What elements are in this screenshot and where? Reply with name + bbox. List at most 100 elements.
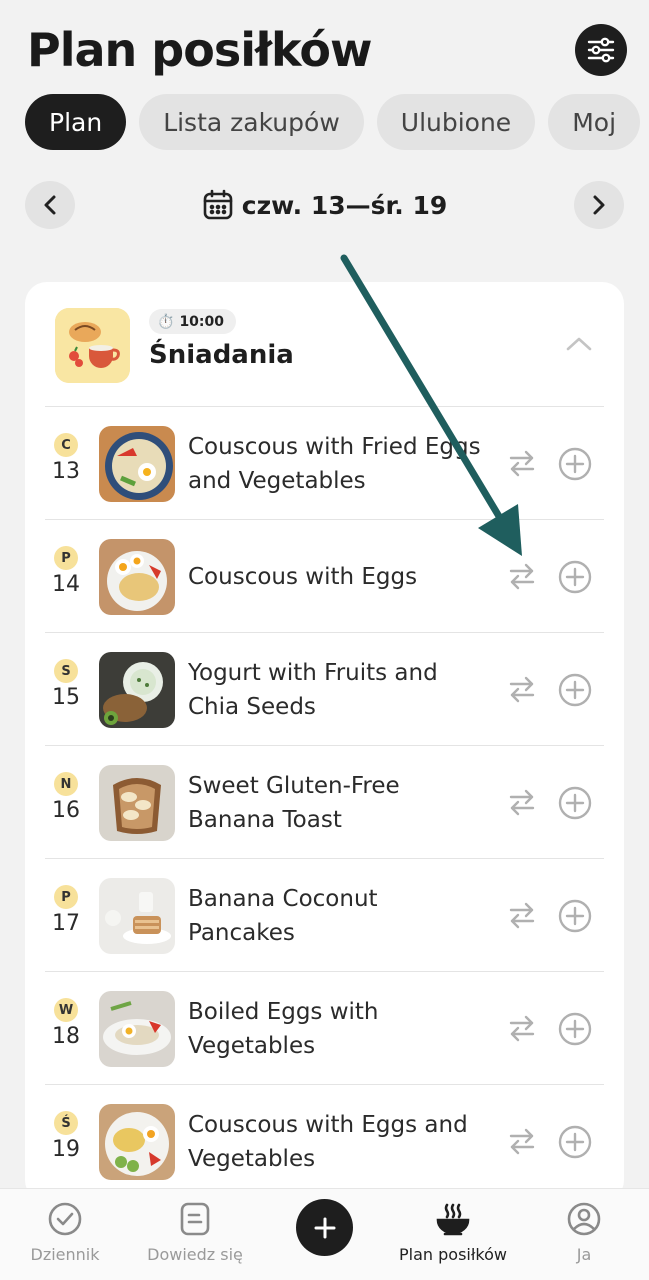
add-button[interactable] — [558, 673, 592, 707]
tab-my[interactable]: Moj — [548, 94, 641, 150]
calendar-icon — [203, 189, 233, 220]
page-title: Plan posiłków — [27, 23, 373, 77]
plus-circle-icon — [558, 673, 592, 707]
food-name: Yogurt with Fruits and Chia Seeds — [188, 659, 438, 720]
food-name: Boiled Eggs with Vegetables — [188, 998, 379, 1059]
date-range-label: czw. 13—śr. 19 — [241, 190, 448, 220]
swap-arrows-icon — [509, 676, 535, 703]
plus-circle-icon — [558, 1125, 592, 1159]
plus-circle-icon — [558, 786, 592, 820]
meal-header[interactable]: ⏱️ 10:00 Śniadania — [25, 282, 624, 406]
bottom-navigation: Dziennik Dowiedz się Plan posiłków Ja — [0, 1188, 649, 1280]
date-range[interactable]: czw. 13—śr. 19 — [25, 181, 624, 229]
day-letter: Ś — [54, 1111, 78, 1135]
day-indicator: Ś 19 — [49, 1111, 83, 1162]
tab-bar: Plan Lista zakupów Ulubione Moj — [25, 94, 641, 150]
tab-shopping-list[interactable]: Lista zakupów — [139, 94, 364, 150]
nav-meal-plan[interactable]: Plan posiłków — [393, 1201, 513, 1264]
nav-learn-label: Dowiedz się — [147, 1245, 243, 1264]
day-letter: W — [54, 998, 78, 1022]
day-number: 15 — [52, 685, 80, 710]
nav-diary-label: Dziennik — [30, 1245, 100, 1264]
meal-row[interactable]: C 13 Couscous with Fried Eggs and Vegeta… — [45, 406, 604, 519]
day-indicator: C 13 — [49, 433, 83, 484]
nav-profile-label: Ja — [576, 1245, 592, 1264]
plus-circle-icon — [558, 1012, 592, 1046]
meal-row[interactable]: N 16 Sweet Gluten-Free Banana Toast — [45, 745, 604, 858]
day-number: 19 — [52, 1137, 80, 1162]
swap-button[interactable] — [507, 899, 537, 931]
food-image — [99, 991, 175, 1067]
food-name: Banana Coconut Pancakes — [188, 885, 378, 946]
meal-row[interactable]: S 15 Yogurt with Fruits and Chia Seeds — [45, 632, 604, 745]
food-name: Couscous with Eggs — [188, 563, 418, 590]
swap-button[interactable] — [507, 560, 537, 592]
meal-row[interactable]: Ś 19 Couscous with Eggs and Vegetables — [45, 1084, 604, 1197]
nav-diary[interactable]: Dziennik — [5, 1201, 125, 1264]
nav-learn[interactable]: Dowiedz się — [135, 1201, 255, 1264]
day-number: 18 — [52, 1024, 80, 1049]
plus-circle-icon — [558, 899, 592, 933]
add-button[interactable] — [558, 447, 592, 481]
stopwatch-icon: ⏱️ — [157, 313, 175, 330]
add-button[interactable] — [558, 1125, 592, 1159]
swap-button[interactable] — [507, 447, 537, 479]
day-indicator: W 18 — [49, 998, 83, 1049]
breakfast-illustration — [55, 308, 130, 383]
add-button[interactable] — [558, 786, 592, 820]
day-letter: P — [54, 885, 78, 909]
meal-title: Śniadania — [149, 340, 294, 370]
chevron-right-icon — [593, 195, 605, 215]
swap-arrows-icon — [509, 1128, 535, 1155]
day-letter: C — [54, 433, 78, 457]
swap-button[interactable] — [507, 1012, 537, 1044]
day-number: 16 — [52, 798, 80, 823]
meal-row[interactable]: W 18 Boiled Eggs with Vegetables — [45, 971, 604, 1084]
header: Plan posiłków — [27, 22, 627, 78]
swap-button[interactable] — [507, 1125, 537, 1157]
plus-circle-icon — [558, 560, 592, 594]
nav-profile[interactable]: Ja — [524, 1201, 644, 1264]
day-indicator: P 14 — [49, 546, 83, 597]
day-letter: P — [54, 546, 78, 570]
add-button[interactable] — [558, 560, 592, 594]
sliders-icon — [587, 37, 615, 63]
swap-button[interactable] — [507, 786, 537, 818]
swap-arrows-icon — [509, 450, 535, 477]
steaming-bowl-icon — [436, 1203, 470, 1236]
day-indicator: P 17 — [49, 885, 83, 936]
add-fab-button[interactable] — [296, 1199, 353, 1256]
food-image — [99, 652, 175, 728]
food-image — [99, 539, 175, 615]
day-number: 14 — [52, 572, 80, 597]
food-name: Couscous with Eggs and Vegetables — [188, 1111, 468, 1172]
swap-arrows-icon — [509, 789, 535, 816]
next-week-button[interactable] — [574, 181, 624, 229]
day-indicator: S 15 — [49, 659, 83, 710]
add-button[interactable] — [558, 899, 592, 933]
profile-icon — [567, 1202, 601, 1236]
swap-arrows-icon — [509, 902, 535, 929]
food-name: Sweet Gluten-Free Banana Toast — [188, 772, 400, 833]
meal-row[interactable]: P 17 Banana Coconut Pancakes — [45, 858, 604, 971]
food-image — [99, 878, 175, 954]
swap-button[interactable] — [507, 673, 537, 705]
food-image — [99, 426, 175, 502]
day-number: 17 — [52, 911, 80, 936]
add-button[interactable] — [558, 1012, 592, 1046]
swap-arrows-icon — [509, 1015, 535, 1042]
meal-row[interactable]: P 14 Couscous with Eggs — [45, 519, 604, 632]
tab-favorites[interactable]: Ulubione — [376, 94, 536, 150]
plus-icon — [314, 1217, 335, 1238]
plus-circle-icon — [558, 447, 592, 481]
collapse-button[interactable] — [564, 332, 594, 356]
meal-time: 10:00 — [179, 313, 225, 330]
check-circle-icon — [48, 1202, 82, 1236]
tab-plan[interactable]: Plan — [25, 94, 127, 150]
food-name: Couscous with Fried Eggs and Vegetables — [188, 433, 481, 494]
filter-button[interactable] — [575, 24, 627, 76]
date-navigation: czw. 13—śr. 19 — [25, 181, 624, 229]
day-letter: N — [54, 772, 78, 796]
swap-arrows-icon — [509, 563, 535, 590]
nav-meal-plan-label: Plan posiłków — [399, 1245, 507, 1264]
